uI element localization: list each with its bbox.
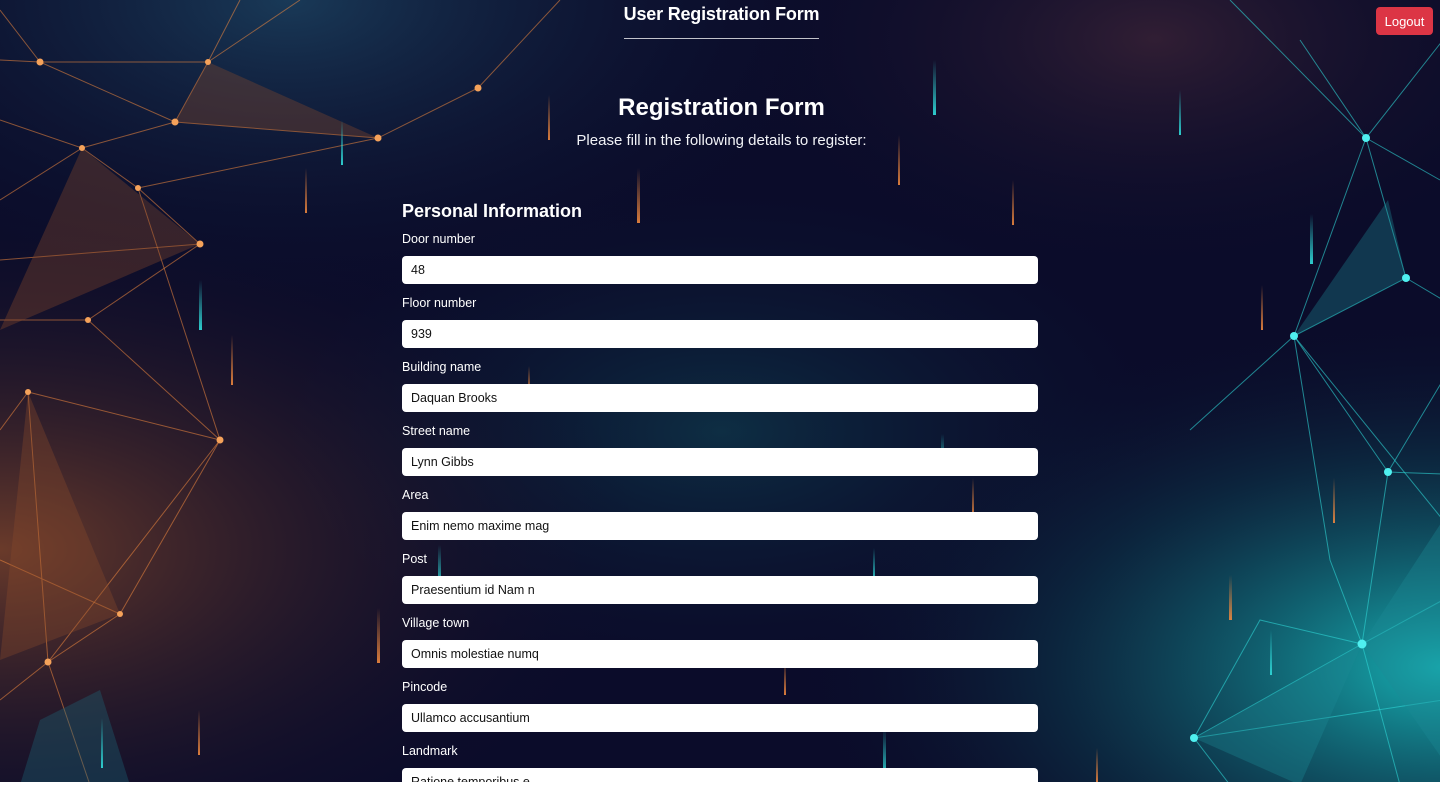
registration-form: Personal Information Door number Floor n…: [402, 200, 1038, 785]
form-title: Registration Form: [618, 94, 825, 121]
area-input[interactable]: [402, 512, 1038, 540]
street-name-label: Street name: [402, 424, 471, 438]
pincode-label: Pincode: [402, 680, 448, 694]
field-building-name: Building name: [402, 360, 1038, 424]
form-subtitle: Please fill in the following details to …: [576, 132, 867, 149]
village-town-input[interactable]: [402, 640, 1038, 668]
header-title: User Registration Form: [623, 4, 820, 39]
building-name-label: Building name: [402, 360, 482, 374]
door-number-label: Door number: [402, 232, 475, 246]
floor-number-input[interactable]: [402, 320, 1038, 348]
section-title-personal-information: Personal Information: [402, 201, 583, 221]
building-name-input[interactable]: [402, 384, 1038, 412]
field-door-number: Door number: [402, 232, 1038, 296]
pincode-input[interactable]: [402, 704, 1038, 732]
floor-number-label: Floor number: [402, 296, 477, 310]
field-area: Area: [402, 488, 1038, 552]
post-label: Post: [402, 552, 428, 566]
field-street-name: Street name: [402, 424, 1038, 488]
field-landmark: Landmark: [402, 744, 1038, 785]
form-heading: Registration Form Please fill in the fol…: [0, 94, 1443, 150]
landmark-label: Landmark: [402, 744, 458, 758]
street-name-input[interactable]: [402, 448, 1038, 476]
post-input[interactable]: [402, 576, 1038, 604]
field-post: Post: [402, 552, 1038, 616]
field-village-town: Village town: [402, 616, 1038, 680]
village-town-label: Village town: [402, 616, 470, 630]
field-pincode: Pincode: [402, 680, 1038, 744]
field-floor-number: Floor number: [402, 296, 1038, 360]
app-header: User Registration Form: [0, 0, 1443, 39]
area-label: Area: [402, 488, 429, 502]
logout-button[interactable]: Logout: [1376, 7, 1433, 35]
door-number-input[interactable]: [402, 256, 1038, 284]
